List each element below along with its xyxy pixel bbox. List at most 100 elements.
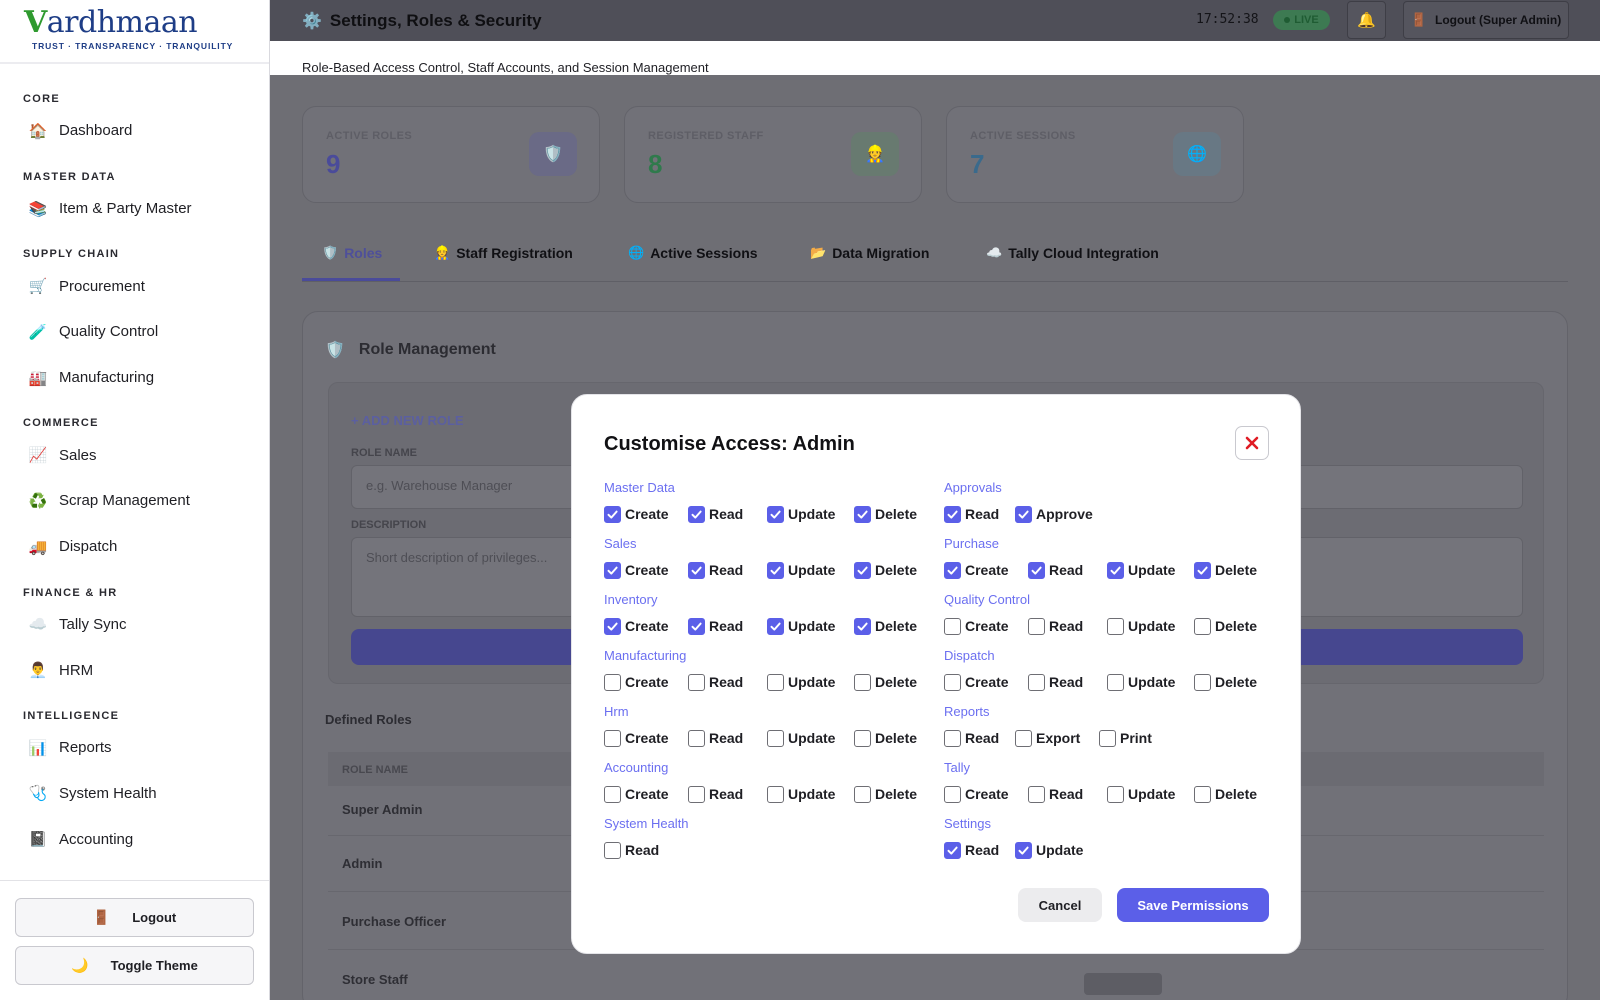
perm-manufacturing-read[interactable]: Read xyxy=(688,670,743,694)
sidebar-item-system-health[interactable]: 🩺 System Health xyxy=(0,771,269,817)
perm-hrm-create[interactable]: Create xyxy=(604,726,669,750)
checkbox-unchecked-icon[interactable] xyxy=(1194,785,1211,803)
perm-master-data-create[interactable]: Create xyxy=(604,502,669,526)
perm-tally-read[interactable]: Read xyxy=(1028,782,1083,806)
checkbox-unchecked-icon[interactable] xyxy=(1028,617,1045,635)
checkbox-unchecked-icon[interactable] xyxy=(944,729,961,747)
perm-accounting-create[interactable]: Create xyxy=(604,782,669,806)
perm-approvals-read[interactable]: Read xyxy=(944,502,999,526)
tab-roles[interactable]: 🛡️ Roles xyxy=(322,245,382,261)
checkbox-checked-icon[interactable] xyxy=(854,561,871,579)
checkbox-checked-icon[interactable] xyxy=(1107,561,1124,579)
perm-master-data-update[interactable]: Update xyxy=(767,502,835,526)
perm-hrm-delete[interactable]: Delete xyxy=(854,726,917,750)
checkbox-unchecked-icon[interactable] xyxy=(1194,673,1211,691)
checkbox-unchecked-icon[interactable] xyxy=(767,673,784,691)
sidebar-item-sales[interactable]: 📈 Sales xyxy=(0,432,269,478)
perm-sales-read[interactable]: Read xyxy=(688,558,743,582)
perm-accounting-delete[interactable]: Delete xyxy=(854,782,917,806)
checkbox-checked-icon[interactable] xyxy=(1028,561,1045,579)
perm-master-data-read[interactable]: Read xyxy=(688,502,743,526)
perm-master-data-delete[interactable]: Delete xyxy=(854,502,917,526)
perm-accounting-read[interactable]: Read xyxy=(688,782,743,806)
perm-system-health-read[interactable]: Read xyxy=(604,838,659,862)
perm-inventory-create[interactable]: Create xyxy=(604,614,669,638)
checkbox-checked-icon[interactable] xyxy=(604,505,621,523)
close-modal-button[interactable] xyxy=(1235,426,1269,460)
checkbox-unchecked-icon[interactable] xyxy=(1194,617,1211,635)
perm-sales-delete[interactable]: Delete xyxy=(854,558,917,582)
tab-tally-cloud-integration[interactable]: ☁️ Tally Cloud Integration xyxy=(986,245,1159,261)
add-new-role-link[interactable]: + ADD NEW ROLE xyxy=(351,413,464,428)
checkbox-checked-icon[interactable] xyxy=(688,617,705,635)
perm-manufacturing-delete[interactable]: Delete xyxy=(854,670,917,694)
perm-purchase-delete[interactable]: Delete xyxy=(1194,558,1257,582)
perm-dispatch-read[interactable]: Read xyxy=(1028,670,1083,694)
checkbox-unchecked-icon[interactable] xyxy=(1107,673,1124,691)
perm-hrm-read[interactable]: Read xyxy=(688,726,743,750)
perm-sales-update[interactable]: Update xyxy=(767,558,835,582)
sidebar-item-reports[interactable]: 📊 Reports xyxy=(0,725,269,771)
checkbox-unchecked-icon[interactable] xyxy=(854,785,871,803)
sidebar-item-dispatch[interactable]: 🚚 Dispatch xyxy=(0,524,269,570)
checkbox-checked-icon[interactable] xyxy=(1194,561,1211,579)
checkbox-checked-icon[interactable] xyxy=(688,561,705,579)
cancel-button[interactable]: Cancel xyxy=(1018,888,1102,922)
perm-reports-read[interactable]: Read xyxy=(944,726,999,750)
checkbox-unchecked-icon[interactable] xyxy=(1099,729,1116,747)
sidebar-item-dashboard[interactable]: 🏠 Dashboard xyxy=(0,108,269,154)
toggle-theme-button[interactable]: 🌙 Toggle Theme xyxy=(15,946,254,985)
perm-inventory-delete[interactable]: Delete xyxy=(854,614,917,638)
checkbox-checked-icon[interactable] xyxy=(1015,841,1032,859)
checkbox-unchecked-icon[interactable] xyxy=(1028,785,1045,803)
checkbox-unchecked-icon[interactable] xyxy=(1107,617,1124,635)
checkbox-unchecked-icon[interactable] xyxy=(688,785,705,803)
checkbox-checked-icon[interactable] xyxy=(688,505,705,523)
checkbox-unchecked-icon[interactable] xyxy=(604,785,621,803)
checkbox-unchecked-icon[interactable] xyxy=(1028,673,1045,691)
perm-quality-control-delete[interactable]: Delete xyxy=(1194,614,1257,638)
tab-data-migration[interactable]: 📂 Data Migration xyxy=(810,245,929,261)
perm-dispatch-create[interactable]: Create xyxy=(944,670,1009,694)
checkbox-unchecked-icon[interactable] xyxy=(944,673,961,691)
notifications-button[interactable]: 🔔 xyxy=(1347,1,1386,39)
checkbox-checked-icon[interactable] xyxy=(944,841,961,859)
perm-approvals-approve[interactable]: Approve xyxy=(1015,502,1093,526)
sidebar-logout-button[interactable]: 🚪 Logout xyxy=(15,898,254,937)
checkbox-unchecked-icon[interactable] xyxy=(944,785,961,803)
checkbox-unchecked-icon[interactable] xyxy=(1107,785,1124,803)
perm-hrm-update[interactable]: Update xyxy=(767,726,835,750)
table-row[interactable]: Store Staff xyxy=(328,950,1544,1000)
perm-reports-print[interactable]: Print xyxy=(1099,726,1152,750)
perm-tally-create[interactable]: Create xyxy=(944,782,1009,806)
sidebar-item-procurement[interactable]: 🛒 Procurement xyxy=(0,263,269,309)
sidebar-item-item-and-party-master[interactable]: 📚 Item & Party Master xyxy=(0,186,269,232)
checkbox-checked-icon[interactable] xyxy=(944,505,961,523)
checkbox-unchecked-icon[interactable] xyxy=(767,785,784,803)
checkbox-checked-icon[interactable] xyxy=(854,617,871,635)
perm-settings-update[interactable]: Update xyxy=(1015,838,1083,862)
perm-manufacturing-update[interactable]: Update xyxy=(767,670,835,694)
brand-logo[interactable]: Vardhmaan TRUST · TRANSPARENCY · TRANQUI… xyxy=(0,0,269,64)
perm-dispatch-delete[interactable]: Delete xyxy=(1194,670,1257,694)
checkbox-checked-icon[interactable] xyxy=(767,561,784,579)
perm-inventory-read[interactable]: Read xyxy=(688,614,743,638)
checkbox-checked-icon[interactable] xyxy=(767,505,784,523)
perm-manufacturing-create[interactable]: Create xyxy=(604,670,669,694)
perm-quality-control-read[interactable]: Read xyxy=(1028,614,1083,638)
checkbox-unchecked-icon[interactable] xyxy=(854,729,871,747)
perm-quality-control-create[interactable]: Create xyxy=(944,614,1009,638)
sidebar-item-scrap-management[interactable]: ♻️ Scrap Management xyxy=(0,478,269,524)
logout-button[interactable]: 🚪 Logout (Super Admin) xyxy=(1403,1,1569,39)
checkbox-unchecked-icon[interactable] xyxy=(604,729,621,747)
perm-quality-control-update[interactable]: Update xyxy=(1107,614,1175,638)
checkbox-unchecked-icon[interactable] xyxy=(688,673,705,691)
checkbox-checked-icon[interactable] xyxy=(1015,505,1032,523)
sidebar-item-tally-sync[interactable]: ☁️ Tally Sync xyxy=(0,602,269,648)
save-permissions-button[interactable]: Save Permissions xyxy=(1117,888,1269,922)
perm-reports-export[interactable]: Export xyxy=(1015,726,1080,750)
sidebar-item-accounting[interactable]: 📓 Accounting xyxy=(0,816,269,862)
checkbox-unchecked-icon[interactable] xyxy=(604,673,621,691)
perm-purchase-update[interactable]: Update xyxy=(1107,558,1175,582)
perm-tally-update[interactable]: Update xyxy=(1107,782,1175,806)
